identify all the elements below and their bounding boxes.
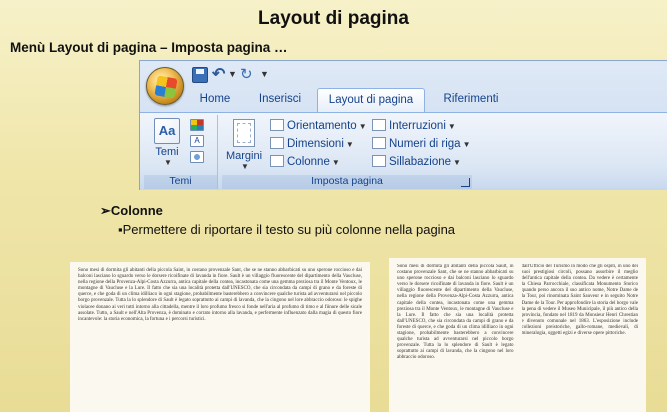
themes-icon: Aa (154, 118, 180, 144)
numeri-di-riga-button[interactable]: Numeri di riga ▼ (372, 136, 471, 152)
dialog-launcher-icon[interactable] (461, 178, 470, 187)
line-numbers-icon (372, 137, 386, 149)
chevron-down-icon: ▼ (358, 122, 367, 131)
ribbon-tabs: Home Inserisci Layout di pagina Riferime… (185, 88, 667, 113)
bullet-text: ▪Permettere di riportare il testo su più… (118, 221, 478, 238)
sample-column-2: dall'Ufficio del Turismo in modo che gli… (521, 264, 639, 337)
margini-button-label: Margini (225, 150, 263, 162)
orientamento-label: Orientamento (287, 120, 357, 132)
ribbon-tab-body: Aa Temi ▼ A Temi Margini ▼ Orientamento ▼… (140, 112, 667, 190)
temi-button[interactable]: Aa Temi ▼ (150, 118, 184, 167)
hyphenation-icon (372, 155, 386, 167)
group-imposta-pagina-label: Imposta pagina (222, 175, 472, 189)
chevron-down-icon: ▼ (462, 140, 471, 149)
chevron-down-icon: ▼ (453, 158, 461, 167)
sample-column-1: Sono mesi di dormita gli abitanti della … (397, 264, 514, 361)
theme-colors-icon[interactable] (190, 119, 204, 131)
size-icon (270, 137, 284, 149)
slide-title: Layout di pagina (258, 8, 409, 29)
quick-access-toolbar: ↶ ▼ ↻ ▼ (140, 61, 667, 105)
arrow-bullet-icon: ➢ (100, 203, 111, 218)
customize-qat-icon[interactable]: ▼ (260, 69, 269, 79)
numeri-di-riga-label: Numeri di riga (389, 138, 461, 150)
theme-fonts-icon[interactable]: A (190, 135, 204, 147)
group-temi-label: Temi (144, 175, 217, 189)
office-logo-icon (154, 75, 178, 99)
group-imposta-pagina: Margini ▼ Orientamento ▼ Dimensioni ▼ Colo… (222, 115, 472, 189)
tab-inserisci[interactable]: Inserisci (245, 88, 315, 112)
chevron-down-icon: ▼ (345, 140, 354, 149)
orientation-icon (270, 119, 284, 131)
chevron-down-icon: ▼ (447, 122, 456, 131)
slide-subtitle: Menù Layout di pagina – Imposta pagina … (10, 40, 288, 55)
sillabazione-label: Sillabazione (389, 156, 452, 168)
office-button[interactable] (146, 67, 184, 105)
dimensioni-button[interactable]: Dimensioni ▼ (270, 136, 354, 152)
margini-button[interactable]: Margini ▼ (224, 119, 264, 171)
colonne-label: Colonne (287, 156, 330, 168)
group-temi: Aa Temi ▼ A Temi (144, 115, 218, 189)
breaks-icon (372, 119, 386, 131)
bullet-heading-text: Colonne (110, 203, 163, 218)
chevron-down-icon: ▼ (331, 158, 340, 167)
theme-effects-icon[interactable] (190, 151, 204, 163)
bullet-heading: ➢Colonne (100, 203, 163, 219)
interruzioni-button[interactable]: Interruzioni ▼ (372, 118, 456, 134)
margins-icon (233, 119, 255, 147)
tab-layout-di-pagina[interactable]: Layout di pagina (317, 88, 425, 113)
chevron-down-icon: ▼ (164, 158, 172, 167)
sillabazione-button[interactable]: Sillabazione ▼ (372, 154, 461, 170)
temi-button-label: Temi (155, 146, 179, 158)
tab-home[interactable]: Home (185, 88, 245, 112)
sample-one-column-page: Sono mesi di dormita gli abitanti della … (70, 262, 370, 412)
sample-two-column-page: Sono mesi di dormita gli abitanti della … (389, 258, 646, 412)
undo-icon[interactable]: ↶ (212, 67, 228, 83)
undo-dropdown-icon[interactable]: ▼ (228, 69, 237, 79)
save-icon[interactable] (192, 67, 208, 83)
columns-icon (270, 155, 284, 167)
interruzioni-label: Interruzioni (389, 120, 446, 132)
ribbon-screenshot: ↶ ▼ ↻ ▼ Home Inserisci Layout di pagina … (139, 60, 667, 190)
colonne-button[interactable]: Colonne ▼ (270, 154, 340, 170)
redo-icon[interactable]: ↻ (240, 67, 256, 83)
orientamento-button[interactable]: Orientamento ▼ (270, 118, 367, 134)
chevron-down-icon: ▼ (241, 162, 249, 171)
tab-riferimenti[interactable]: Riferimenti (429, 88, 513, 112)
bullet-body-text: Permettere di riportare il testo su più … (122, 222, 456, 237)
dimensioni-label: Dimensioni (287, 138, 344, 150)
